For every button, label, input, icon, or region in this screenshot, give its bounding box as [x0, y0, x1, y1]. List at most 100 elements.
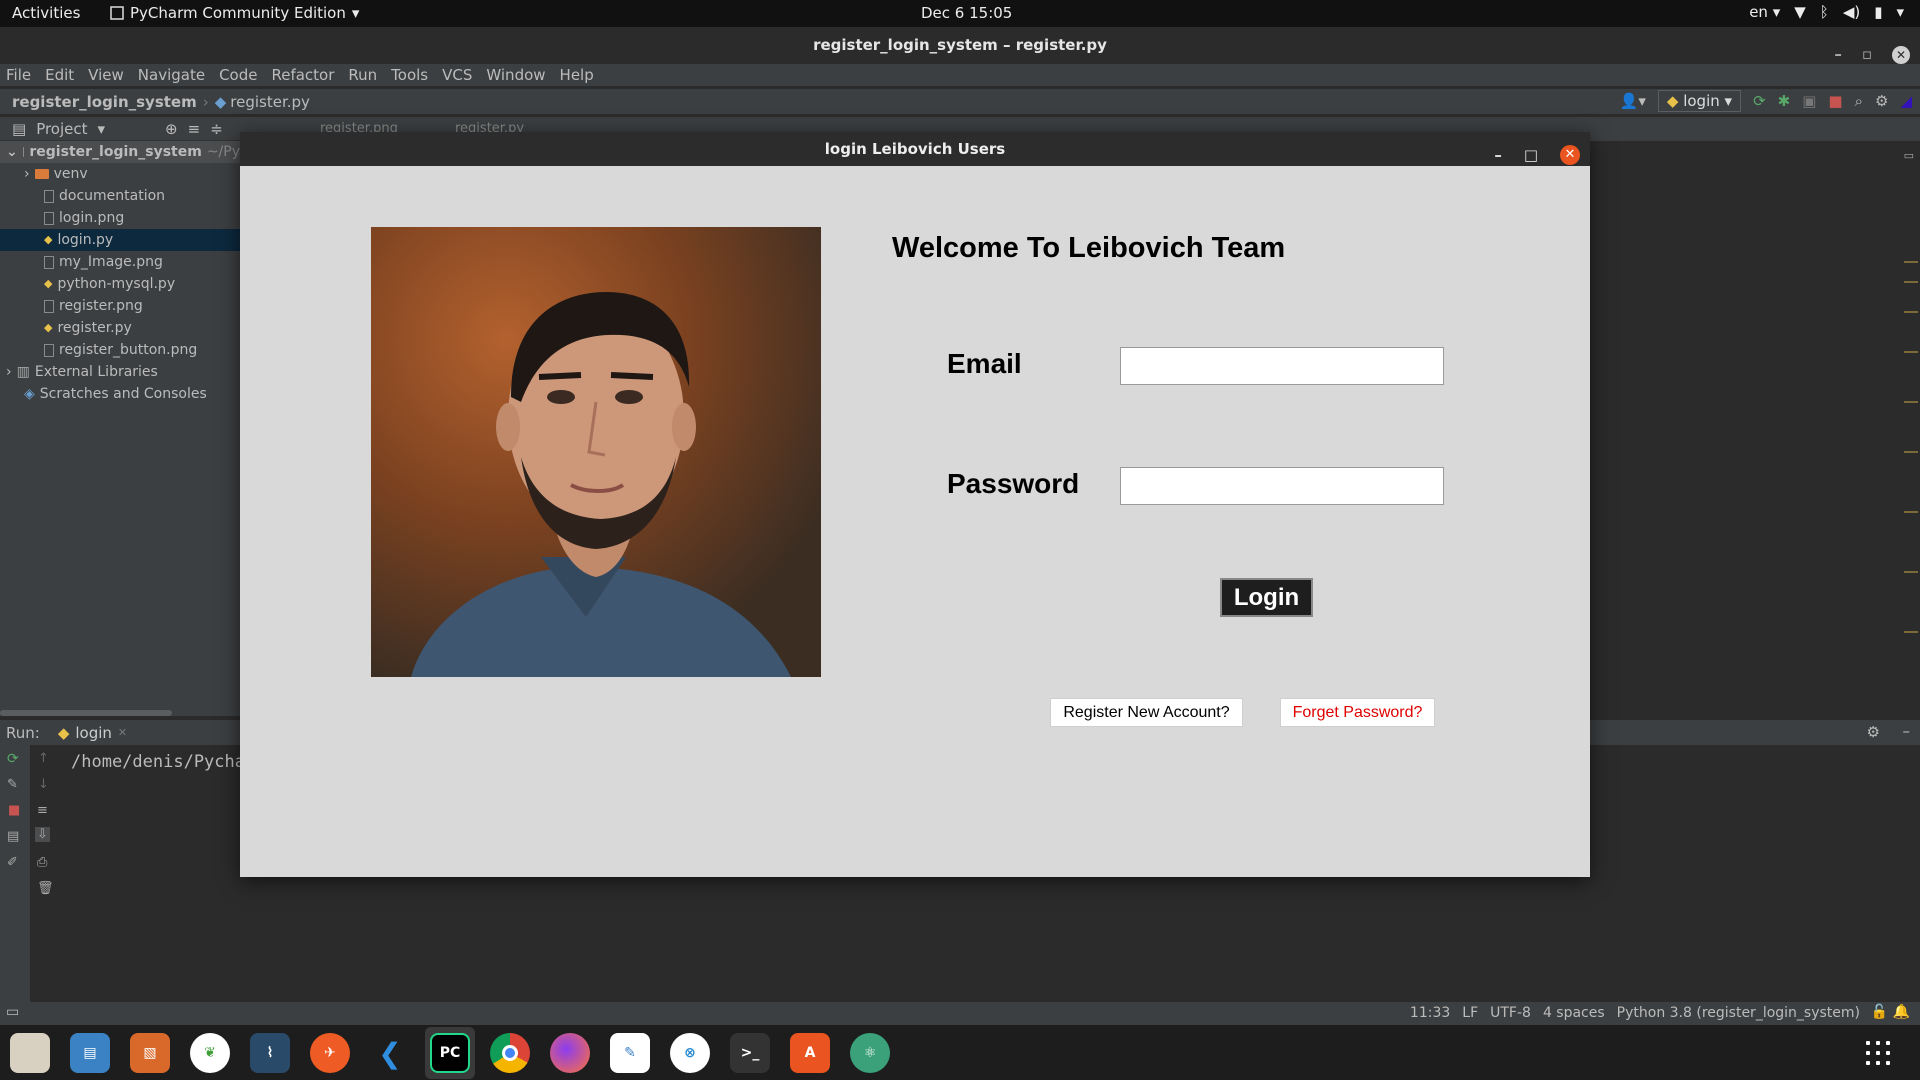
- rerun-icon[interactable]: ⟳: [7, 751, 19, 767]
- search-icon[interactable]: ⌕: [1855, 92, 1863, 110]
- tool-window-toggle-icon[interactable]: ▭: [6, 1004, 19, 1020]
- writer-icon[interactable]: ▤: [70, 1033, 110, 1073]
- gear-icon[interactable]: ⚙: [1867, 723, 1880, 741]
- menu-code[interactable]: Code: [219, 66, 257, 84]
- status-encoding[interactable]: UTF-8: [1490, 1005, 1531, 1021]
- postman-icon[interactable]: ✈: [310, 1033, 350, 1073]
- tree-item-register-button-png[interactable]: register_button.png: [0, 339, 240, 361]
- arrow-down-icon[interactable]: ↓: [38, 777, 49, 792]
- app-menu[interactable]: PyCharm Community Edition ▾: [110, 4, 359, 22]
- inspection-icon[interactable]: ▭: [1904, 149, 1914, 162]
- close-icon[interactable]: ✕: [1560, 145, 1580, 165]
- show-applications-icon[interactable]: [1866, 1041, 1890, 1065]
- tree-item-register-py[interactable]: ◆ register.py: [0, 317, 240, 339]
- menu-file[interactable]: File: [6, 66, 31, 84]
- login-window-title-bar[interactable]: login Leibovich Users – □ ✕: [240, 132, 1590, 166]
- pin-icon[interactable]: ✐: [7, 855, 18, 870]
- locate-icon[interactable]: ⊕: [165, 120, 178, 138]
- breadcrumb-file[interactable]: register.py: [230, 93, 310, 111]
- chevron-down-icon[interactable]: ▾: [98, 120, 106, 138]
- register-account-button[interactable]: Register New Account?: [1050, 698, 1243, 727]
- chevron-right-icon[interactable]: ›: [24, 163, 30, 185]
- menu-edit[interactable]: Edit: [45, 66, 74, 84]
- status-caret-position[interactable]: 11:33: [1410, 1005, 1450, 1021]
- software-center-icon[interactable]: A: [790, 1033, 830, 1073]
- status-indent[interactable]: 4 spaces: [1543, 1005, 1605, 1021]
- menu-tools[interactable]: Tools: [391, 66, 428, 84]
- notifications-icon[interactable]: 🔔: [1893, 1004, 1910, 1020]
- tree-item-scratches[interactable]: ◈ Scratches and Consoles: [0, 383, 240, 405]
- arrow-up-icon[interactable]: ↑: [38, 751, 49, 766]
- chevron-right-icon[interactable]: ›: [6, 361, 12, 383]
- gear-icon[interactable]: ⚙: [1875, 92, 1888, 110]
- jetbrains-icon[interactable]: ◢: [1900, 92, 1912, 110]
- menu-refactor[interactable]: Refactor: [271, 66, 334, 84]
- stripe-mark[interactable]: [1904, 631, 1918, 633]
- tree-item-login-py[interactable]: ◆ login.py: [0, 229, 240, 251]
- soft-wrap-icon[interactable]: ≡: [37, 803, 48, 818]
- impress-icon[interactable]: ▧: [130, 1033, 170, 1073]
- menu-window[interactable]: Window: [486, 66, 545, 84]
- menu-run[interactable]: Run: [348, 66, 377, 84]
- password-field[interactable]: [1120, 467, 1444, 505]
- wrench-icon[interactable]: ✎: [7, 777, 18, 792]
- system-tray[interactable]: en ▾ ▼ ᛒ ◀) ▮ ▾: [1749, 3, 1904, 21]
- tree-root[interactable]: ⌄ register_login_system ~/Py: [0, 141, 240, 163]
- stripe-mark[interactable]: [1904, 511, 1918, 513]
- print-icon[interactable]: ⎙: [37, 855, 47, 870]
- menu-view[interactable]: View: [88, 66, 124, 84]
- error-stripe[interactable]: ▭: [1898, 141, 1920, 713]
- stripe-mark[interactable]: [1904, 571, 1918, 573]
- atom-icon[interactable]: ⚛: [850, 1033, 890, 1073]
- forgot-password-button[interactable]: Forget Password?: [1280, 698, 1435, 727]
- stripe-mark[interactable]: [1904, 311, 1918, 313]
- menu-navigate[interactable]: Navigate: [138, 66, 205, 84]
- debug-icon[interactable]: ✱: [1778, 92, 1791, 110]
- vscode-icon[interactable]: ❮: [370, 1033, 410, 1073]
- text-editor-icon[interactable]: ✎: [610, 1033, 650, 1073]
- scroll-to-end-icon[interactable]: ⇩: [35, 827, 50, 842]
- stripe-mark[interactable]: [1904, 261, 1918, 263]
- stripe-mark[interactable]: [1904, 401, 1918, 403]
- tree-item-login-png[interactable]: login.png: [0, 207, 240, 229]
- stop-icon[interactable]: ■: [8, 803, 20, 818]
- login-button[interactable]: Login: [1220, 578, 1313, 617]
- tree-item-venv[interactable]: › venv: [0, 163, 240, 185]
- clock[interactable]: Dec 6 15:05: [921, 4, 1012, 22]
- firefox-icon[interactable]: [550, 1033, 590, 1073]
- files-icon[interactable]: [10, 1033, 50, 1073]
- scrollbar-thumb[interactable]: [0, 710, 172, 716]
- remote-desktop-icon[interactable]: ⊗: [670, 1033, 710, 1073]
- status-interpreter[interactable]: Python 3.8 (register_login_system): [1617, 1005, 1860, 1021]
- menu-help[interactable]: Help: [560, 66, 594, 84]
- layout-icon[interactable]: ▤: [7, 829, 19, 844]
- status-line-separator[interactable]: LF: [1462, 1005, 1478, 1021]
- chrome-icon[interactable]: [490, 1033, 530, 1073]
- email-field[interactable]: [1120, 347, 1444, 385]
- tree-item-register-png[interactable]: register.png: [0, 295, 240, 317]
- project-scrollbar[interactable]: [0, 710, 240, 716]
- stripe-mark[interactable]: [1904, 351, 1918, 353]
- tree-item-my-image-png[interactable]: my_Image.png: [0, 251, 240, 273]
- minimize-icon[interactable]: –: [1903, 722, 1911, 740]
- coverage-icon[interactable]: ▣: [1802, 92, 1816, 110]
- close-icon[interactable]: ✕: [1892, 45, 1910, 64]
- pycharm-icon[interactable]: PC: [430, 1033, 470, 1073]
- activities-button[interactable]: Activities: [12, 4, 80, 22]
- terminal-icon[interactable]: >_: [730, 1033, 770, 1073]
- lock-icon[interactable]: 🔓: [1871, 1004, 1888, 1020]
- menu-vcs[interactable]: VCS: [442, 66, 472, 84]
- user-icon[interactable]: 👤▾: [1620, 92, 1646, 110]
- close-icon[interactable]: ✕: [118, 726, 127, 739]
- language-indicator[interactable]: en ▾: [1749, 3, 1780, 21]
- tree-item-documentation[interactable]: documentation: [0, 185, 240, 207]
- run-tab-login[interactable]: ◆ login ✕: [58, 724, 127, 742]
- chevron-down-icon[interactable]: ⌄: [6, 141, 18, 163]
- project-panel-title[interactable]: Project: [36, 120, 87, 138]
- tree-item-python-mysql-py[interactable]: ◆ python-mysql.py: [0, 273, 240, 295]
- stripe-mark[interactable]: [1904, 281, 1918, 283]
- rerun-icon[interactable]: ⟳: [1753, 92, 1766, 110]
- breadcrumb-project[interactable]: register_login_system: [12, 93, 197, 111]
- stripe-mark[interactable]: [1904, 451, 1918, 453]
- mysql-workbench-icon[interactable]: ⌇: [250, 1033, 290, 1073]
